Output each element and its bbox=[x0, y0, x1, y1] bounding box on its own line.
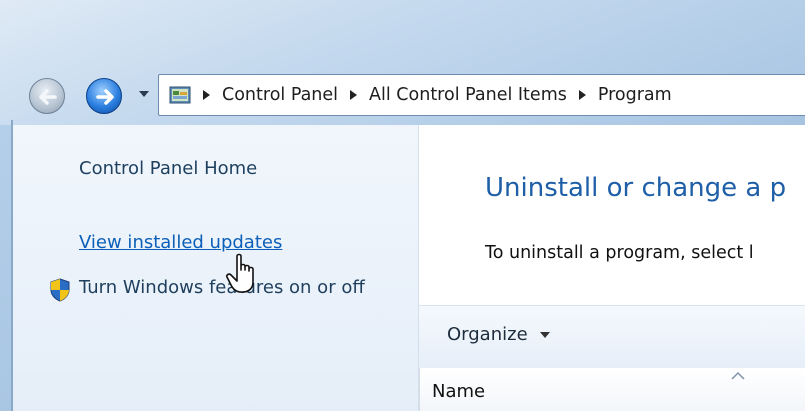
page-title: Uninstall or change a p bbox=[485, 173, 787, 203]
control-panel-home-link[interactable]: Control Panel Home bbox=[79, 158, 257, 179]
breadcrumb-all-items[interactable]: All Control Panel Items bbox=[369, 85, 567, 105]
address-bar[interactable]: Control Panel All Control Panel Items Pr… bbox=[158, 74, 805, 116]
command-bar: Organize bbox=[419, 305, 805, 369]
column-divider bbox=[419, 368, 420, 411]
breadcrumb-separator-icon[interactable] bbox=[203, 90, 210, 100]
recent-pages-dropdown[interactable] bbox=[136, 86, 152, 102]
back-button[interactable] bbox=[29, 78, 65, 114]
organize-button[interactable]: Organize bbox=[447, 324, 550, 345]
back-arrow-icon bbox=[39, 89, 57, 105]
uac-shield-icon bbox=[50, 278, 70, 302]
control-panel-icon bbox=[169, 86, 191, 104]
chevron-down-icon bbox=[139, 91, 149, 97]
hand-cursor-icon bbox=[226, 253, 254, 293]
view-installed-updates-link[interactable]: View installed updates bbox=[79, 232, 282, 253]
content-pane: Uninstall or change a p To uninstall a p… bbox=[419, 125, 805, 411]
explorer-window: Control Panel All Control Panel Items Pr… bbox=[0, 0, 805, 411]
organize-label: Organize bbox=[447, 324, 528, 345]
column-header-name[interactable]: Name bbox=[432, 381, 485, 402]
forward-arrow-icon bbox=[96, 89, 114, 105]
column-header-row: Name bbox=[419, 368, 805, 411]
forward-button[interactable] bbox=[86, 78, 122, 114]
breadcrumb-separator-icon[interactable] bbox=[350, 90, 358, 100]
breadcrumb: Control Panel All Control Panel Items Pr… bbox=[203, 75, 672, 115]
task-pane: Control Panel Home View installed update… bbox=[13, 125, 419, 411]
page-description: To uninstall a program, select l bbox=[485, 243, 754, 263]
chevron-down-icon bbox=[539, 331, 550, 338]
breadcrumb-separator-icon[interactable] bbox=[578, 90, 586, 100]
breadcrumb-programs[interactable]: Program bbox=[598, 85, 672, 105]
sort-ascending-icon bbox=[731, 371, 745, 380]
breadcrumb-control-panel[interactable]: Control Panel bbox=[222, 85, 338, 105]
